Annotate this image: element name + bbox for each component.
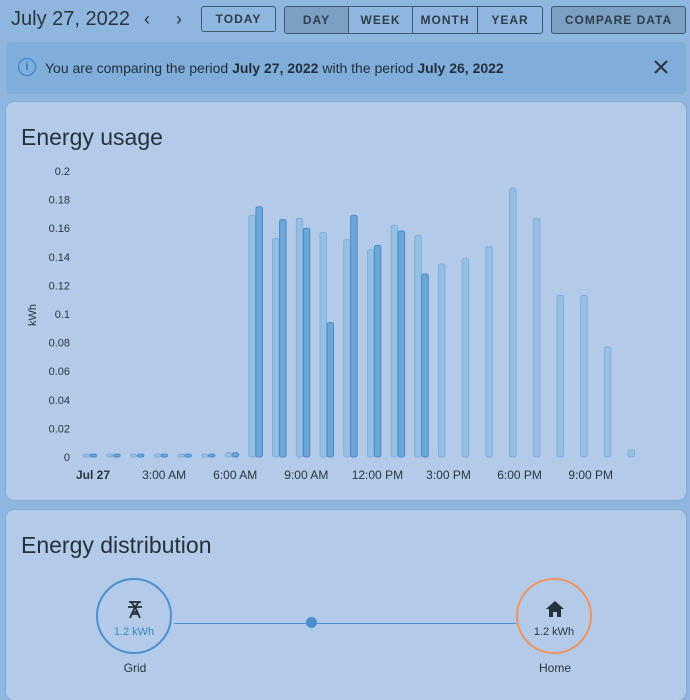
y-tick-label: 0.06 [49,366,70,378]
bar-compare[interactable] [366,249,375,458]
banner-text-middle: with the period [318,60,418,76]
energy-usage-card: Energy usage kWh 0.2 0.18 0.16 0.14 0.12 0.1 0… [6,102,686,500]
bar-compare[interactable] [438,263,446,458]
bar-compare[interactable] [532,217,541,458]
bar-compare[interactable] [177,453,185,458]
bar-compare[interactable] [414,234,422,458]
bar-compare[interactable] [461,257,470,458]
bar-current[interactable] [373,244,382,458]
bar-compare[interactable] [485,246,493,458]
bar-compare[interactable] [201,453,209,458]
bar-current[interactable] [231,452,240,458]
bar-compare[interactable] [153,453,162,458]
x-tick-label: 3:00 PM [426,468,471,482]
home-label: Home [538,661,571,675]
bar-compare[interactable] [509,187,517,458]
bar-current[interactable] [136,453,145,458]
bar-current[interactable] [113,453,121,458]
bar-compare[interactable] [343,239,351,458]
banner-period-compare: July 26, 2022 [417,60,504,76]
y-tick-label: 0.02 [49,423,70,435]
card-title: Energy distribution [21,532,212,558]
x-tick-label: 6:00 AM [213,468,257,482]
grid-node[interactable]: 1.2 kWh [96,578,172,654]
energy-distribution-card: Energy distribution 1.2 kWh Grid 1.2 kWh… [6,510,686,700]
period-month-button[interactable]: MONTH [413,7,478,33]
bar-current[interactable] [160,453,169,458]
bar-current[interactable] [397,230,406,458]
bar-compare[interactable] [556,294,564,458]
y-tick-label: 0.2 [55,166,70,178]
bar-compare[interactable] [390,224,399,458]
bar-current[interactable] [350,214,358,458]
y-tick-label: 0.08 [49,338,70,350]
y-tick-label: 0.12 [49,280,70,292]
transmission-tower-icon [128,601,142,619]
bar-compare[interactable] [603,346,612,458]
home-icon [546,601,564,617]
compare-data-button[interactable]: COMPARE DATA [551,6,686,34]
y-tick-label: 0.1 [55,309,70,321]
period-week-button[interactable]: WEEK [349,7,413,33]
period-day-button[interactable]: DAY [285,7,349,33]
y-tick-label: 0.14 [49,252,70,264]
bar-compare[interactable] [106,453,114,458]
bar-current[interactable] [89,453,97,458]
comparison-banner: i You are comparing the period July 27, … [6,42,686,94]
bar-compare[interactable] [580,294,588,458]
banner-text: You are comparing the period July 27, 20… [45,60,504,76]
x-tick-label: Jul 27 [76,468,110,482]
banner-text-prefix: You are comparing the period [45,60,233,76]
bar-compare[interactable] [82,453,90,458]
bar-compare[interactable] [224,452,233,458]
chevron-right-icon[interactable]: › [169,10,189,30]
home-node[interactable]: 1.2 kWh [516,578,592,654]
energy-usage-chart: kWh 0.2 0.18 0.16 0.14 0.12 0.1 0.08 0.06 0.04 0.… [27,166,636,482]
x-tick-label: 3:00 AM [142,468,186,482]
close-icon[interactable] [650,56,672,78]
bar-current[interactable] [279,219,287,458]
grid-value: 1.2 kWh [113,626,155,638]
bar-compare[interactable] [129,453,138,458]
toolbar: July 27, 2022 ‹ › TODAY DAY WEEK MONTH Y… [0,0,690,40]
today-button[interactable]: TODAY [201,6,276,32]
bar-current[interactable] [184,453,192,458]
bar-current[interactable] [302,227,311,458]
y-tick-label: 0 [64,452,70,464]
date-title: July 27, 2022 [11,8,130,30]
grid-to-home-flow-line [174,623,516,624]
bar-compare[interactable] [272,237,280,458]
period-year-button[interactable]: YEAR [478,7,542,33]
x-tick-label: 6:00 PM [497,468,542,482]
bar-compare[interactable] [295,217,304,458]
bar-current[interactable] [421,273,429,458]
bar-compare[interactable] [248,214,256,458]
bar-compare[interactable] [627,449,636,458]
bar-current[interactable] [255,206,263,458]
x-tick-label: 9:00 PM [568,468,613,482]
y-tick-label: 0.18 [49,195,70,207]
flow-dot [306,617,317,628]
chevron-left-icon[interactable]: ‹ [137,10,157,30]
y-tick-label: 0.04 [49,395,70,407]
x-tick-label: 9:00 AM [284,468,328,482]
bar-current[interactable] [326,322,334,458]
y-tick-label: 0.16 [49,223,70,235]
period-selector: DAY WEEK MONTH YEAR [284,6,543,34]
home-value: 1.2 kWh [533,626,575,638]
info-icon: i [18,58,36,76]
x-tick-label: 12:00 PM [352,468,403,482]
banner-period-current: July 27, 2022 [232,60,319,76]
grid-label: Grid [123,661,147,675]
y-axis-title: kWh [27,304,39,326]
bar-compare[interactable] [319,231,327,458]
bar-current[interactable] [208,453,216,458]
